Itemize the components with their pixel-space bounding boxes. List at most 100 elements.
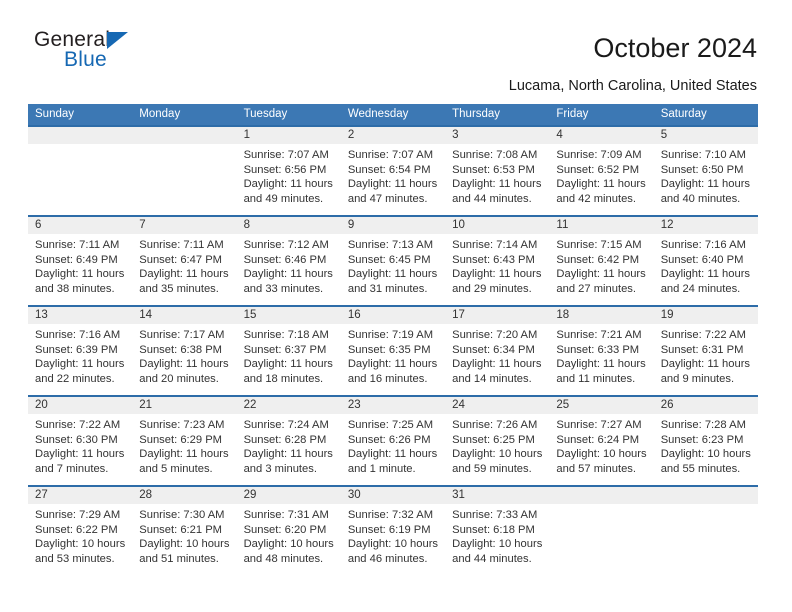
- logo-text-blue: Blue: [64, 48, 107, 71]
- calendar-day-cell[interactable]: 11 Sunrise: 7:15 AM Sunset: 6:42 PM Dayligh…: [549, 215, 654, 306]
- sunrise-time: Sunrise: 7:11 AM: [139, 239, 224, 251]
- sunrise-time: Sunrise: 7:10 AM: [660, 149, 746, 161]
- sunset-time: Sunset: 6:21 PM: [139, 523, 222, 536]
- day-number: 23: [340, 397, 446, 414]
- day-number: 10: [445, 217, 550, 234]
- daylight-duration-line2: and 14 minutes.: [452, 372, 532, 385]
- daylight-duration-line1: Daylight: 10 hours: [243, 538, 334, 551]
- sunrise-time: Sunrise: 7:16 AM: [660, 239, 746, 251]
- day-details: Sunrise: 7:23 AM Sunset: 6:29 PM Daylight:…: [132, 414, 236, 476]
- sunrise-time: Sunrise: 7:08 AM: [452, 149, 538, 161]
- calendar-day-cell[interactable]: 31 Sunrise: 7:33 AM Sunset: 6:18 PM Dayligh…: [445, 485, 550, 576]
- daylight-duration-line1: Daylight: 10 hours: [139, 538, 230, 551]
- calendar-day-cell[interactable]: 10 Sunrise: 7:14 AM Sunset: 6:43 PM Dayligh…: [445, 215, 550, 306]
- weekday-header-tuesday: Tuesday: [236, 104, 341, 126]
- daylight-duration-line1: Daylight: 11 hours: [347, 178, 438, 191]
- sunrise-time: Sunrise: 7:29 AM: [35, 509, 121, 521]
- calendar-day-cell[interactable]: 27 Sunrise: 7:29 AM Sunset: 6:22 PM Dayligh…: [28, 485, 133, 576]
- daylight-duration-line2: and 46 minutes.: [347, 552, 428, 565]
- sunrise-sunset-calendar: Sunday Monday Tuesday Wednesday Thursday…: [28, 104, 758, 576]
- calendar-day-cell[interactable]: 29 Sunrise: 7:31 AM Sunset: 6:20 PM Dayligh…: [236, 485, 341, 576]
- calendar-day-cell[interactable]: 16 Sunrise: 7:19 AM Sunset: 6:35 PM Dayligh…: [340, 305, 446, 396]
- sunrise-time: Sunrise: 7:19 AM: [347, 329, 434, 341]
- daylight-duration-line1: Daylight: 11 hours: [243, 268, 333, 281]
- calendar-day-cell[interactable]: 14 Sunrise: 7:17 AM Sunset: 6:38 PM Dayligh…: [132, 305, 237, 396]
- daylight-duration-line2: and 1 minute.: [347, 462, 416, 475]
- daylight-duration-line1: Daylight: 11 hours: [556, 358, 646, 371]
- daylight-duration-line1: Daylight: 11 hours: [347, 358, 438, 371]
- calendar-day-cell[interactable]: 20 Sunrise: 7:22 AM Sunset: 6:30 PM Dayligh…: [28, 395, 133, 486]
- day-details: Sunrise: 7:22 AM Sunset: 6:30 PM Daylight:…: [28, 414, 132, 476]
- day-number: 9: [340, 217, 446, 234]
- calendar-day-cell[interactable]: 21 Sunrise: 7:23 AM Sunset: 6:29 PM Dayligh…: [132, 395, 237, 486]
- day-details: Sunrise: 7:19 AM Sunset: 6:35 PM Daylight:…: [341, 324, 445, 386]
- day-number: 21: [132, 397, 237, 414]
- sunset-time: Sunset: 6:39 PM: [35, 343, 118, 356]
- calendar-day-cell[interactable]: 13 Sunrise: 7:16 AM Sunset: 6:39 PM Dayligh…: [28, 305, 133, 396]
- calendar-cell-empty: [132, 125, 237, 216]
- calendar-day-cell[interactable]: 22 Sunrise: 7:24 AM Sunset: 6:28 PM Dayligh…: [236, 395, 341, 486]
- sunset-time: Sunset: 6:47 PM: [139, 253, 222, 266]
- calendar-day-cell[interactable]: 5 Sunrise: 7:10 AM Sunset: 6:50 PM Daylight…: [653, 125, 758, 216]
- sunrise-time: Sunrise: 7:25 AM: [347, 419, 434, 431]
- day-number: 7: [132, 217, 237, 234]
- sunrise-time: Sunrise: 7:07 AM: [347, 149, 434, 161]
- calendar-day-cell[interactable]: 26 Sunrise: 7:28 AM Sunset: 6:23 PM Dayligh…: [653, 395, 758, 486]
- daylight-duration-line2: and 11 minutes.: [556, 372, 636, 385]
- daylight-duration-line1: Daylight: 11 hours: [243, 448, 333, 461]
- calendar-day-cell[interactable]: 19 Sunrise: 7:22 AM Sunset: 6:31 PM Dayligh…: [653, 305, 758, 396]
- sunrise-time: Sunrise: 7:23 AM: [139, 419, 225, 431]
- daylight-duration-line2: and 51 minutes.: [139, 552, 219, 565]
- day-number: [132, 127, 237, 144]
- calendar-day-cell[interactable]: 6 Sunrise: 7:11 AM Sunset: 6:49 PM Daylight…: [28, 215, 133, 306]
- calendar-day-cell[interactable]: 12 Sunrise: 7:16 AM Sunset: 6:40 PM Dayligh…: [653, 215, 758, 306]
- day-details: Sunrise: 7:32 AM Sunset: 6:19 PM Daylight:…: [341, 504, 445, 566]
- day-details: Sunrise: 7:27 AM Sunset: 6:24 PM Daylight:…: [549, 414, 653, 476]
- day-number: 30: [340, 487, 446, 504]
- daylight-duration-line1: Daylight: 11 hours: [556, 178, 646, 191]
- sunset-time: Sunset: 6:49 PM: [35, 253, 118, 266]
- sunrise-time: Sunrise: 7:18 AM: [243, 329, 329, 341]
- daylight-duration-line1: Daylight: 11 hours: [347, 448, 438, 461]
- calendar-week-row: 6 Sunrise: 7:11 AM Sunset: 6:49 PM Daylight…: [28, 215, 758, 306]
- calendar-day-cell[interactable]: 9 Sunrise: 7:13 AM Sunset: 6:45 PM Daylight…: [340, 215, 446, 306]
- day-details: Sunrise: 7:08 AM Sunset: 6:53 PM Daylight:…: [445, 144, 549, 206]
- calendar-day-cell[interactable]: 28 Sunrise: 7:30 AM Sunset: 6:21 PM Dayligh…: [132, 485, 237, 576]
- calendar-day-cell[interactable]: 2 Sunrise: 7:07 AM Sunset: 6:54 PM Daylight…: [340, 125, 446, 216]
- day-number: [549, 487, 654, 504]
- daylight-duration-line2: and 27 minutes.: [556, 282, 637, 295]
- daylight-duration-line2: and 22 minutes.: [35, 372, 115, 385]
- daylight-duration-line2: and 53 minutes.: [35, 552, 115, 565]
- day-number: 24: [445, 397, 550, 414]
- calendar-day-cell[interactable]: 25 Sunrise: 7:27 AM Sunset: 6:24 PM Dayligh…: [549, 395, 654, 486]
- calendar-day-cell[interactable]: 7 Sunrise: 7:11 AM Sunset: 6:47 PM Daylight…: [132, 215, 237, 306]
- sunset-time: Sunset: 6:22 PM: [35, 523, 118, 536]
- day-details: Sunrise: 7:07 AM Sunset: 6:56 PM Daylight:…: [237, 144, 341, 206]
- daylight-duration-line2: and 49 minutes.: [243, 192, 324, 205]
- day-number: 11: [549, 217, 654, 234]
- calendar-day-cell[interactable]: 24 Sunrise: 7:26 AM Sunset: 6:25 PM Dayligh…: [445, 395, 550, 486]
- daylight-duration-line1: Daylight: 11 hours: [452, 178, 542, 191]
- calendar-day-cell[interactable]: 30 Sunrise: 7:32 AM Sunset: 6:19 PM Dayligh…: [340, 485, 446, 576]
- calendar-cell-empty: [28, 125, 133, 216]
- day-number: 8: [236, 217, 341, 234]
- calendar-day-cell[interactable]: 3 Sunrise: 7:08 AM Sunset: 6:53 PM Daylight…: [445, 125, 550, 216]
- day-details: Sunrise: 7:20 AM Sunset: 6:34 PM Daylight:…: [445, 324, 549, 386]
- day-details: Sunrise: 7:07 AM Sunset: 6:54 PM Daylight:…: [341, 144, 445, 206]
- calendar-day-cell[interactable]: 23 Sunrise: 7:25 AM Sunset: 6:26 PM Dayligh…: [340, 395, 446, 486]
- day-number: 6: [28, 217, 133, 234]
- sunset-time: Sunset: 6:37 PM: [243, 343, 327, 356]
- day-details: Sunrise: 7:10 AM Sunset: 6:50 PM Daylight:…: [654, 144, 758, 206]
- page-title: October 2024: [593, 33, 757, 63]
- calendar-day-cell[interactable]: 4 Sunrise: 7:09 AM Sunset: 6:52 PM Daylight…: [549, 125, 654, 216]
- calendar-day-cell[interactable]: 18 Sunrise: 7:21 AM Sunset: 6:33 PM Dayligh…: [549, 305, 654, 396]
- calendar-day-cell[interactable]: 17 Sunrise: 7:20 AM Sunset: 6:34 PM Dayligh…: [445, 305, 550, 396]
- general-blue-logo[interactable]: General Blue: [34, 28, 214, 80]
- calendar-day-cell[interactable]: 15 Sunrise: 7:18 AM Sunset: 6:37 PM Dayligh…: [236, 305, 341, 396]
- calendar-day-cell[interactable]: 8 Sunrise: 7:12 AM Sunset: 6:46 PM Daylight…: [236, 215, 341, 306]
- page-header: General Blue October 2024 Lucama, North …: [0, 0, 792, 100]
- day-number: 22: [236, 397, 341, 414]
- day-number: 25: [549, 397, 654, 414]
- calendar-day-cell[interactable]: 1 Sunrise: 7:07 AM Sunset: 6:56 PM Daylight…: [236, 125, 341, 216]
- day-number: 13: [28, 307, 133, 324]
